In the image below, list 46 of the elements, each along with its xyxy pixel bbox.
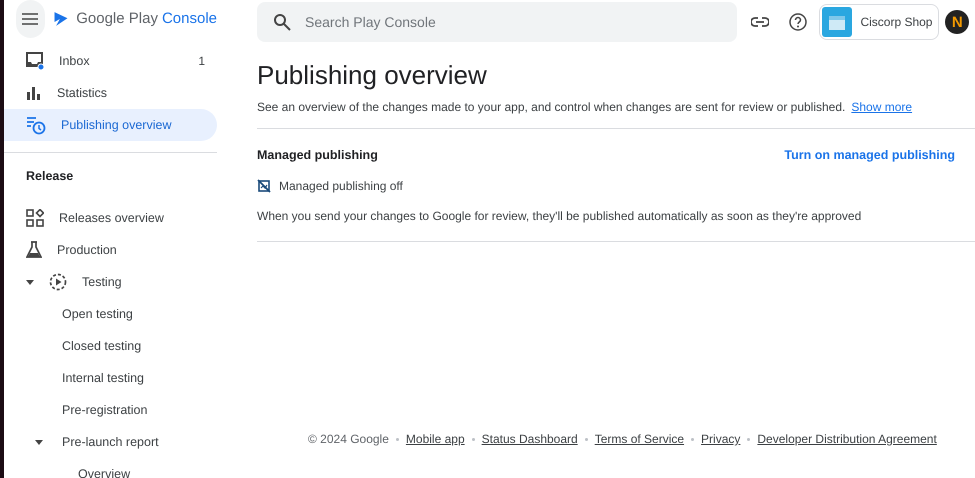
app-selector[interactable]: Ciscorp Shop (819, 4, 940, 40)
bar-chart-icon (26, 85, 42, 101)
search-field[interactable]: Search Play Console (257, 2, 737, 42)
section-heading: Release (25, 168, 74, 185)
managed-publishing-status: Managed publishing off (279, 178, 403, 195)
nav-item[interactable]: Publishing overview (4, 109, 217, 141)
grid-icon (26, 209, 44, 227)
menu-button[interactable] (16, 0, 45, 38)
footer-link[interactable]: Developer Distribution Agreement (757, 430, 937, 448)
nav-item[interactable]: Pre-launch report (4, 426, 217, 458)
nav-item[interactable]: Overview (4, 458, 217, 478)
play-circle-icon (49, 273, 67, 291)
logo-accent-text: Console (162, 8, 217, 29)
unread-count: 1 (198, 53, 205, 70)
nav-item[interactable]: Statistics (4, 77, 217, 109)
nav-item[interactable]: Internal testing (4, 362, 217, 394)
nav-item[interactable]: Releases overview (4, 202, 217, 234)
search-icon (273, 13, 291, 31)
nav-item[interactable]: Production (4, 234, 217, 266)
managed-publishing-link[interactable]: Turn on managed publishing (784, 146, 955, 165)
footer-link[interactable]: Status Dashboard (482, 430, 578, 448)
show-more-link[interactable]: Show more (851, 98, 912, 116)
caret-icon[interactable] (35, 440, 43, 445)
copyright-text: © 2024 Google (308, 431, 389, 448)
nav-item[interactable]: Closed testing (4, 330, 217, 362)
footer-link[interactable]: Privacy (701, 430, 740, 448)
avatar[interactable]: N (945, 10, 969, 34)
link-icon (751, 17, 770, 27)
footer-link[interactable]: Terms of Service (594, 430, 684, 448)
help-icon (788, 13, 807, 31)
managed-publishing-note: When you send your changes to Google for review, they'll be published automatically as soon as they're approved (257, 208, 862, 225)
logo-text: Google Play (76, 8, 158, 29)
footer-link[interactable]: Mobile app (406, 430, 465, 448)
nav-item[interactable]: Testing (4, 266, 217, 298)
menu-icon (22, 13, 38, 25)
list-clock-icon (26, 115, 46, 135)
section-heading: Managed publishing (257, 147, 378, 164)
nav-item[interactable]: Open testing (4, 298, 217, 330)
app-logo-icon (822, 7, 852, 37)
caret-icon[interactable] (26, 280, 34, 284)
page-description: See an overview of the changes made to your app, and control when changes are sent for review or published. (257, 99, 846, 116)
nav-item[interactable]: Inbox 1 (4, 45, 217, 77)
flask-icon (26, 241, 42, 259)
nav-item[interactable]: Pre-registration (4, 394, 217, 426)
page-title: Publishing overview (257, 59, 488, 92)
inbox-icon (26, 52, 44, 70)
